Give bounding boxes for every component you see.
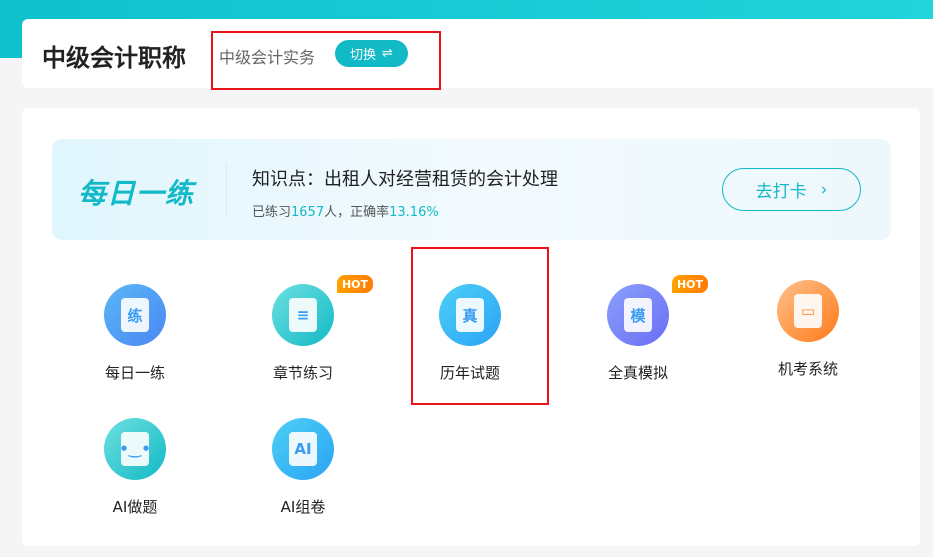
feature-label: AI做题 [112, 498, 158, 516]
check-in-button[interactable]: 去打卡 › [722, 168, 861, 211]
accuracy-rate: 13.16% [389, 205, 439, 220]
check-in-label: 去打卡 [755, 182, 807, 202]
full-mock-icon: 模 [607, 284, 669, 346]
daily-practice-icon: 练 [104, 284, 166, 346]
switch-subject-button[interactable]: 切换 ⇌ [335, 40, 408, 67]
computer-exam-icon: ▭ [777, 280, 839, 342]
hot-badge: HOT [672, 275, 708, 293]
icon-glyph: AI [289, 432, 317, 466]
feature-ai-practice[interactable]: •‿• AI做题 [65, 418, 205, 517]
divider [226, 165, 227, 215]
icon-glyph: 练 [121, 298, 149, 332]
hot-badge: HOT [337, 275, 373, 293]
switch-label: 切换 [350, 48, 377, 63]
page-title: 中级会计职称 [42, 44, 186, 72]
ai-paper-icon: AI [272, 418, 334, 480]
practice-count: 1657 [291, 205, 325, 220]
practice-stats: 已练习1657人，正确率13.16% [252, 201, 439, 220]
feature-computer-exam[interactable]: ▭ 机考系统 [738, 280, 878, 379]
feature-label: 历年试题 [439, 364, 500, 382]
feature-daily-practice[interactable]: 练每日一练 [65, 284, 205, 383]
knowledge-point: 知识点：出租人对经营租赁的会计处理 [252, 169, 558, 190]
feature-past-exams[interactable]: 真历年试题 [400, 284, 540, 383]
ai-practice-icon: •‿• [104, 418, 166, 480]
feature-label: 章节练习 [272, 364, 333, 382]
feature-label: 机考系统 [777, 360, 838, 378]
chapter-practice-icon: ≡ [272, 284, 334, 346]
stat-mid: 人，正确率 [324, 205, 390, 220]
feature-label: 每日一练 [104, 364, 165, 382]
icon-glyph: 真 [456, 298, 484, 332]
feature-full-mock[interactable]: 模全真模拟 [568, 284, 708, 383]
icon-glyph: ▭ [794, 294, 822, 328]
feature-chapter-practice[interactable]: ≡ 章节练习 [233, 284, 373, 383]
chevron-right-icon: › [820, 179, 828, 200]
feature-ai-paper[interactable]: AI AI组卷 [233, 418, 373, 517]
feature-label: 全真模拟 [607, 364, 668, 382]
past-exams-icon: 真 [439, 284, 501, 346]
icon-glyph: ≡ [289, 298, 317, 332]
daily-practice-logo: 每日一练 [78, 177, 195, 210]
stat-prefix: 已练习 [252, 205, 292, 220]
icon-glyph: •‿• [119, 432, 151, 466]
subject-label: 中级会计实务 [219, 48, 316, 67]
icon-glyph: 模 [624, 298, 652, 332]
feature-label: AI组卷 [280, 498, 326, 516]
swap-icon: ⇌ [382, 46, 393, 61]
